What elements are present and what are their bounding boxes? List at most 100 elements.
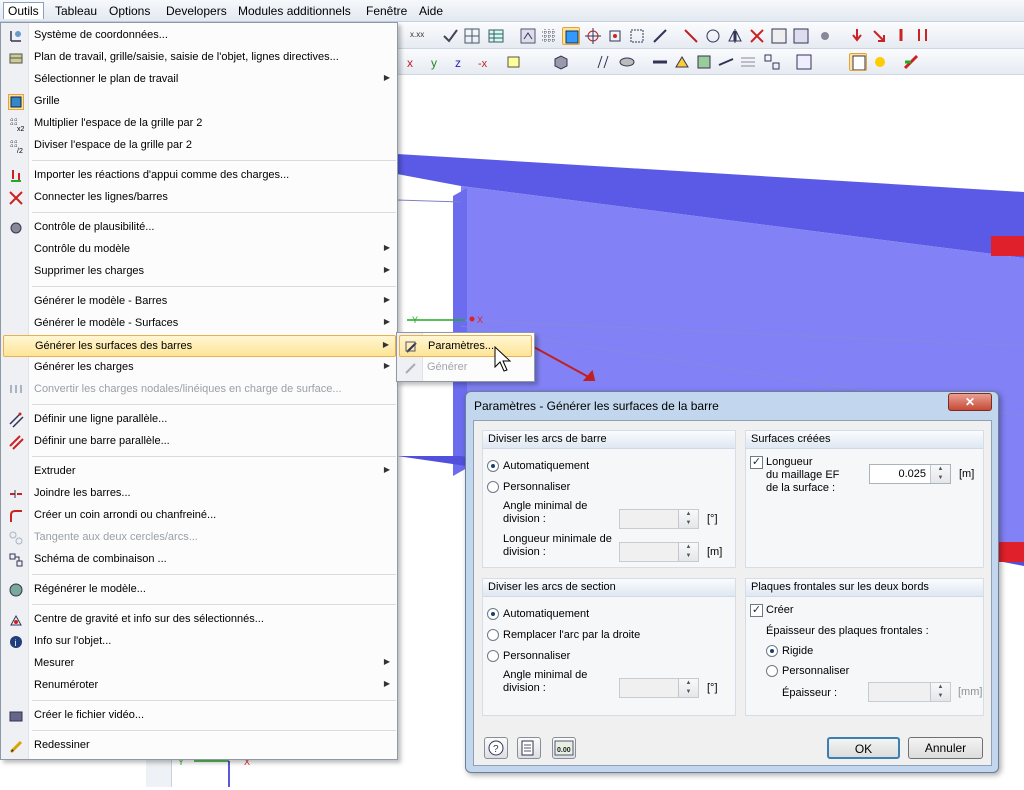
menu-item-grid-divide[interactable]: /2 Diviser l'espace de la grille par 2 [3, 135, 396, 157]
defaults-button[interactable] [517, 737, 541, 759]
member-icon[interactable] [651, 53, 669, 71]
view-icon[interactable] [519, 27, 537, 45]
menu-item-extrude[interactable]: Extruder ▶ [3, 461, 396, 483]
menu-item-join-members[interactable]: Joindre les barres... [3, 483, 396, 505]
iso-view-icon[interactable] [505, 53, 523, 71]
menu-item-plausibility[interactable]: Contrôle de plausibilité... [3, 217, 396, 239]
menu-item-regenerate[interactable]: Régénérer le modèle... [3, 579, 396, 601]
radio-thickness-custom[interactable] [766, 665, 778, 677]
menu-item-renumber[interactable]: Renuméroter ▶ [3, 675, 396, 697]
svg-text:-x: -x [478, 58, 488, 70]
select-icon[interactable] [628, 27, 646, 45]
label-section-replace: Remplacer l'arc par la droite [503, 629, 641, 641]
menu-item-delete-loads[interactable]: Supprimer les charges ▶ [3, 261, 396, 283]
menu-item-work-plane[interactable]: Plan de travail, grille/saisie, saisie d… [3, 47, 396, 69]
ok-button[interactable]: OK [827, 737, 900, 759]
pattern-icon[interactable] [739, 53, 757, 71]
render-icon[interactable] [552, 53, 570, 71]
menu-item-convert-loads: Convertir les charges nodales/linéiques … [3, 379, 396, 401]
cross-icon[interactable] [748, 27, 766, 45]
svg-text:/2: /2 [17, 148, 23, 154]
snap-grid-icon[interactable] [540, 27, 558, 45]
axis-z-icon[interactable]: z [453, 53, 471, 71]
axis-neg-x-icon[interactable]: -x [477, 53, 495, 71]
cancel-button[interactable]: Annuler [908, 737, 983, 759]
axis-x-icon[interactable]: x [405, 53, 423, 71]
menu-item-generate-surfaces[interactable]: Générer le modèle - Surfaces ▶ [3, 313, 396, 335]
decimal-icon[interactable]: x.xx [409, 27, 427, 45]
radio-rigid[interactable] [766, 645, 778, 657]
panel-icon[interactable] [849, 53, 867, 71]
menu-item-fillet[interactable]: Créer un coin arrondi ou chanfreiné... [3, 505, 396, 527]
menu-item-combination-scheme[interactable]: Schéma de combinaison ... [3, 549, 396, 571]
menu-aide[interactable]: Aide [415, 3, 447, 20]
label-thickness-title: Épaisseur des plaques frontales : [766, 625, 929, 637]
wire-icon[interactable] [595, 53, 613, 71]
menu-item-connect-lines[interactable]: Connecter les lignes/barres [3, 187, 396, 209]
results-icon[interactable] [792, 27, 810, 45]
grid-table-icon[interactable] [487, 27, 505, 45]
table-icon[interactable] [795, 53, 813, 71]
axis-y-icon[interactable]: y [429, 53, 447, 71]
calculate-icon[interactable] [770, 27, 788, 45]
radio-section-arcs-custom[interactable] [487, 650, 499, 662]
menu-item-coordinate-system[interactable]: Système de coordonnées... [3, 25, 396, 47]
layout-icon[interactable] [763, 53, 781, 71]
checkbox-mesh-length[interactable]: ✓ [750, 456, 763, 469]
svg-text:y: y [431, 56, 437, 70]
radio-member-arcs-custom[interactable] [487, 481, 499, 493]
mirror-icon[interactable] [726, 27, 744, 45]
menu-item-redraw[interactable]: Redessiner [3, 735, 396, 757]
load-icon-1[interactable] [848, 27, 866, 45]
label-mesh-3: de la surface : [766, 482, 836, 494]
menu-tableau[interactable]: Tableau [51, 3, 101, 20]
unit-meter: [m] [707, 546, 723, 558]
check-icon[interactable] [441, 27, 459, 45]
radio-section-arcs-auto[interactable] [487, 608, 499, 620]
menu-item-measure[interactable]: Mesurer ▶ [3, 653, 396, 675]
menu-item-model-check[interactable]: Contrôle du modèle ▶ [3, 239, 396, 261]
menu-item-center-gravity[interactable]: Centre de gravité et info sur des sélect… [3, 609, 396, 631]
menu-item-grid-multiply[interactable]: x2 Multiplier l'espace de la grille par 2 [3, 113, 396, 135]
surface-icon[interactable] [618, 53, 636, 71]
object-snap-icon[interactable] [606, 27, 624, 45]
menu-item-object-info[interactable]: i Info sur l'objet... [3, 631, 396, 653]
guideline-icon[interactable] [651, 27, 669, 45]
menu-item-parallel-member[interactable]: Définir une barre parallèle... [3, 431, 396, 453]
menu-item-create-video[interactable]: Créer le fichier vidéo... [3, 705, 396, 727]
mesh-length-spinner[interactable]: 0.025 ▲ ▼ [869, 464, 951, 484]
menu-item-parallel-line[interactable]: Définir une ligne parallèle... [3, 409, 396, 431]
grid-active-icon[interactable] [562, 27, 580, 45]
menu-item-generate-members[interactable]: Générer le modèle - Barres ▶ [3, 291, 396, 313]
help-button[interactable]: ? [484, 737, 508, 759]
load-icon-3[interactable] [892, 27, 910, 45]
section-icon[interactable] [673, 53, 691, 71]
load-icon-2[interactable] [870, 27, 888, 45]
close-button[interactable]: ✕ [948, 393, 992, 411]
tool-icon[interactable] [816, 27, 834, 45]
menu-developers[interactable]: Developers [162, 3, 231, 20]
mesh-icon[interactable] [463, 27, 481, 45]
node-snap-icon[interactable] [584, 27, 602, 45]
unit-degree-section: [°] [707, 682, 718, 694]
menu-fenetre[interactable]: Fenêtre [362, 3, 411, 20]
color-scale-icon[interactable] [902, 53, 920, 71]
menu-item-generate-loads[interactable]: Générer les charges ▶ [3, 357, 396, 379]
solid-icon[interactable] [695, 53, 713, 71]
line-icon[interactable] [717, 53, 735, 71]
rotate-icon[interactable] [704, 27, 722, 45]
menu-item-grid[interactable]: Grille [3, 91, 396, 113]
menu-item-generate-member-surfaces[interactable]: Générer les surfaces des barres ▶ [3, 335, 396, 357]
menu-outils[interactable]: Outils [3, 2, 44, 19]
units-button[interactable]: 0.00 [552, 737, 576, 759]
menu-item-select-work-plane[interactable]: Sélectionner le plan de travail ▶ [3, 69, 396, 91]
load-icon-4[interactable] [914, 27, 932, 45]
menu-modules[interactable]: Modules additionnels [234, 3, 355, 20]
checkbox-create-plates[interactable]: ✓ [750, 604, 763, 617]
radio-member-arcs-auto[interactable] [487, 460, 499, 472]
radio-section-arcs-replace[interactable] [487, 629, 499, 641]
menu-options[interactable]: Options [105, 3, 154, 20]
menu-item-import-reactions[interactable]: Importer les réactions d'appui comme des… [3, 165, 396, 187]
connect-icon[interactable] [682, 27, 700, 45]
lights-icon[interactable] [871, 53, 889, 71]
